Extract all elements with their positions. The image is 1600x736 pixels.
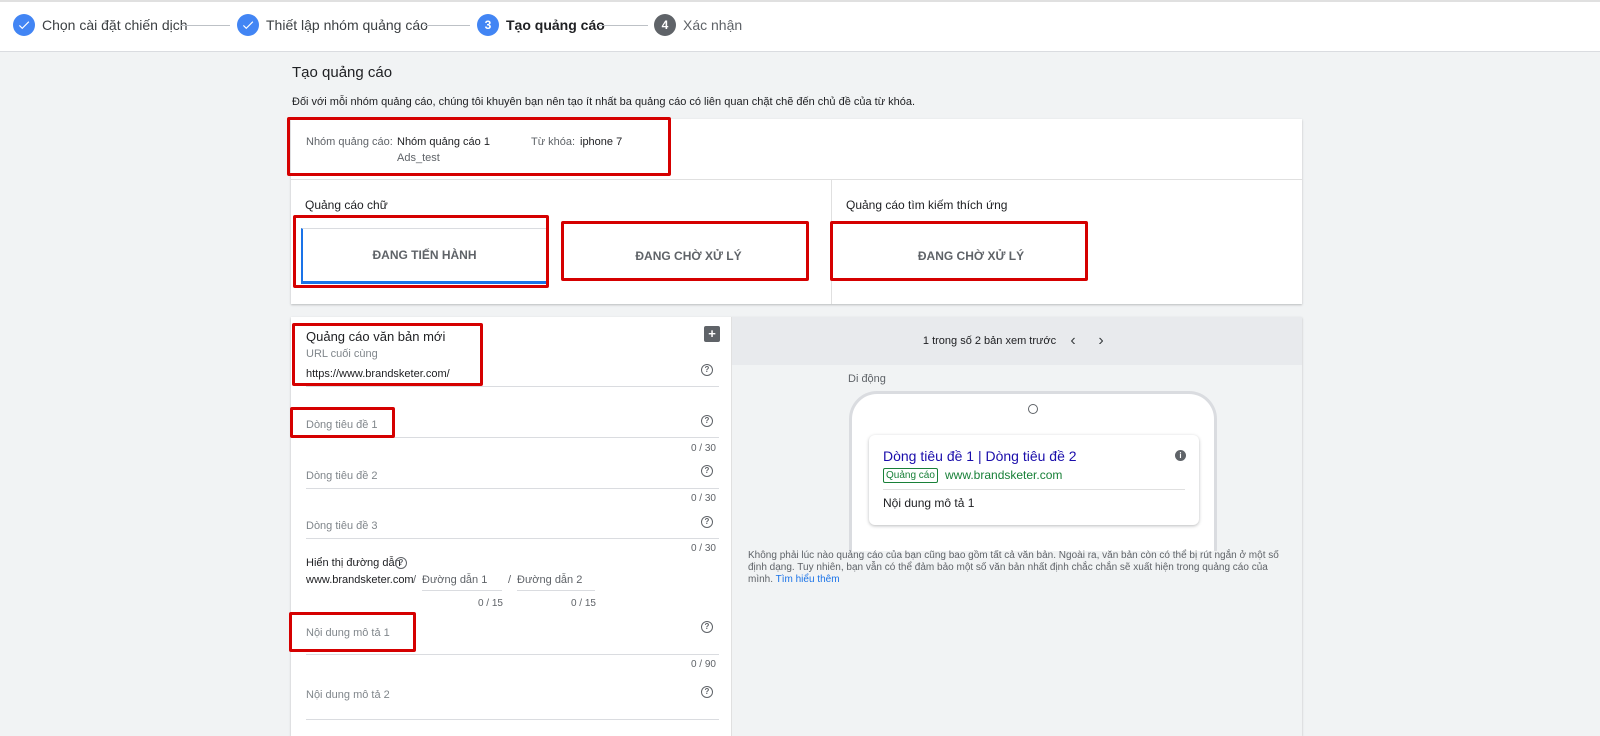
responsive-ads-section: Quảng cáo tìm kiếm thích ứng ĐANG CHỜ XỬ… [832,180,1302,304]
new-text-ad-title: Quảng cáo văn bản mới [306,329,446,344]
ad-group-info: Nhóm quảng cáo: Nhóm quảng cáo 1 Ads_tes… [291,119,1302,180]
preview-pager-text: 1 trong số 2 bản xem trước [922,335,1057,347]
path-separator: / [413,574,417,586]
headline-1-counter: 0 / 30 [690,443,716,454]
ad-group-label: Nhóm quảng cáo: [306,136,393,148]
description-1-counter: 0 / 90 [690,659,716,670]
description-2-input[interactable]: Nội dung mô tả 2 [306,689,390,701]
path-1-input[interactable]: Đường dẫn 1 [422,574,487,586]
path-2-input[interactable]: Đường dẫn 2 [517,574,582,586]
ad-preview-headline: Dòng tiêu đề 1 | Dòng tiêu đề 2 [883,448,1077,464]
step-connector [180,25,230,26]
step-label: Chọn cài đặt chiến dịch [42,17,188,33]
path-underline [422,590,502,591]
display-path-label: Hiển thị đường dẫn [306,557,401,569]
headline-1-input[interactable]: Dòng tiêu đề 1 [306,419,378,431]
step-number: 3 [477,14,499,36]
step-connector [424,25,470,26]
help-icon[interactable]: ? [701,686,713,698]
step-create-ad[interactable]: 3 Tạo quảng cáo [477,14,605,36]
ad-preview-card: Dòng tiêu đề 1 | Dòng tiêu đề 2 i Quảng … [869,435,1199,525]
ad-editor-card: Quảng cáo văn bản mới + URL cuối cùng ht… [291,317,1302,736]
preview-pager: 1 trong số 2 bản xem trước ‹ › [732,317,1302,365]
final-url-input[interactable]: https://www.brandsketer.com/ [306,368,450,380]
step-label: Xác nhận [683,17,743,33]
check-icon [237,14,259,36]
field-underline [306,538,719,539]
chevron-left-icon[interactable]: ‹ [1062,330,1084,352]
page-title: Tạo quảng cáo [292,64,393,81]
text-ads-section: Quảng cáo chữ ĐANG TIẾN HÀNH ĐANG CHỜ XỬ… [291,180,832,304]
step-confirm[interactable]: 4 Xác nhận [654,14,742,36]
responsive-ad-tab[interactable]: ĐANG CHỜ XỬ LÝ [844,228,1098,284]
chevron-right-icon[interactable]: › [1090,330,1112,352]
preview-note: Không phải lúc nào quảng cáo của bạn cũn… [748,550,1288,586]
responsive-ads-title: Quảng cáo tìm kiếm thích ứng [846,198,1008,212]
check-icon [13,14,35,36]
ad-preview-description: Nội dung mô tả 1 [883,496,975,510]
keyword-label: Từ khóa: [531,136,576,148]
text-ad-1-tab[interactable]: ĐANG TIẾN HÀNH [301,228,547,284]
ad-preview-url: www.brandsketer.com [945,468,1063,482]
path-2-counter: 0 / 15 [570,598,596,609]
headline-2-counter: 0 / 30 [690,493,716,504]
field-underline [306,654,719,655]
help-icon[interactable]: ? [701,364,713,376]
phone-frame: Dòng tiêu đề 1 | Dòng tiêu đề 2 i Quảng … [849,391,1217,551]
ad-form: Quảng cáo văn bản mới + URL cuối cùng ht… [291,317,731,736]
headline-2-input[interactable]: Dòng tiêu đề 2 [306,470,378,482]
phone-camera [1028,404,1038,414]
help-icon[interactable]: ? [701,465,713,477]
stepper: Chọn cài đặt chiến dịch Thiết lập nhóm q… [0,0,1600,52]
text-ad-2-tab[interactable]: ĐANG CHỜ XỬ LÝ [567,228,810,284]
info-icon[interactable]: i [1175,450,1186,461]
step-connector [598,25,648,26]
description-1-input[interactable]: Nội dung mô tả 1 [306,627,390,639]
ad-badge: Quảng cáo [883,468,938,483]
field-underline [306,488,719,489]
device-label: Di động [848,373,886,385]
ad-divider [883,489,1185,490]
campaign-name: Ads_test [397,152,440,164]
step-ad-group-setup[interactable]: Thiết lập nhóm quảng cáo [237,14,428,36]
field-underline [306,386,719,387]
help-icon[interactable]: ? [395,557,407,569]
path-underline [517,590,595,591]
add-ad-icon[interactable]: + [704,326,720,342]
step-label: Thiết lập nhóm quảng cáo [266,17,428,33]
step-campaign-settings[interactable]: Chọn cài đặt chiến dịch [13,14,188,36]
help-icon[interactable]: ? [701,621,713,633]
path-1-counter: 0 / 15 [477,598,503,609]
field-underline [306,437,719,438]
display-domain: www.brandsketer.com [306,574,414,586]
ad-group-name: Nhóm quảng cáo 1 [397,136,490,148]
help-icon[interactable]: ? [701,516,713,528]
page-description: Đối với mỗi nhóm quảng cáo, chúng tôi kh… [292,96,916,108]
ad-group-card: Nhóm quảng cáo: Nhóm quảng cáo 1 Ads_tes… [291,119,1302,304]
headline-3-input[interactable]: Dòng tiêu đề 3 [306,520,378,532]
step-number: 4 [654,14,676,36]
help-icon[interactable]: ? [701,415,713,427]
path-separator: / [508,574,512,586]
final-url-label: URL cuối cùng [306,348,378,360]
headline-3-counter: 0 / 30 [690,543,716,554]
keyword-value: iphone 7 [580,136,623,148]
field-underline [306,719,719,720]
text-ads-title: Quảng cáo chữ [305,198,388,212]
ad-preview-panel: 1 trong số 2 bản xem trước ‹ › Di động D… [731,317,1302,736]
learn-more-link[interactable]: Tìm hiểu thêm [776,574,840,585]
step-label: Tạo quảng cáo [506,17,605,33]
